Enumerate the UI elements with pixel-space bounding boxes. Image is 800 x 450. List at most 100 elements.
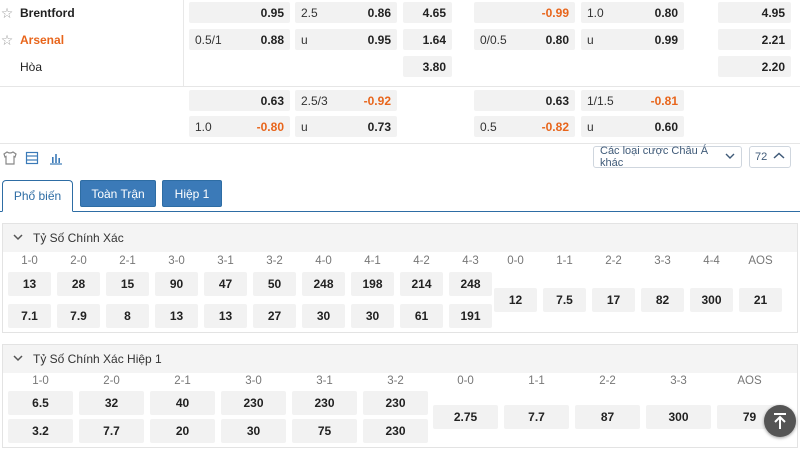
arrow-up-icon bbox=[774, 413, 786, 429]
tab-full-match[interactable]: Toàn Trận bbox=[80, 180, 156, 207]
odds-cell[interactable]: 3.2 bbox=[8, 419, 73, 443]
odds-cell[interactable]: u 0.60 bbox=[581, 116, 684, 137]
odds-cell[interactable]: 300 bbox=[646, 405, 711, 429]
odds-cell[interactable]: 248 bbox=[449, 272, 492, 296]
odds-cell[interactable]: 32 bbox=[79, 391, 144, 415]
odds-cell[interactable]: u 0.99 bbox=[581, 29, 684, 50]
odds-cell[interactable]: 17 bbox=[592, 288, 635, 312]
odds-cell[interactable]: 2.75 bbox=[433, 405, 498, 429]
tab-first-half[interactable]: Hiệp 1 bbox=[162, 180, 222, 207]
draw-row: Hòa bbox=[0, 54, 42, 80]
score-label: 3-1 bbox=[217, 255, 234, 267]
odds-cell[interactable]: 28 bbox=[57, 272, 100, 296]
home-team-name[interactable]: Brentford bbox=[20, 6, 75, 20]
section-title: Tỷ Số Chính Xác bbox=[33, 231, 124, 245]
tab-popular[interactable]: Phổ biến bbox=[2, 180, 73, 212]
chevron-down-icon bbox=[725, 151, 735, 163]
odds-cell[interactable]: 1/1.5 -0.81 bbox=[581, 90, 684, 111]
chevron-up-icon bbox=[773, 151, 785, 163]
odds-cell[interactable]: 15 bbox=[106, 272, 149, 296]
odds-cell[interactable]: 198 bbox=[351, 272, 394, 296]
odds-cell[interactable]: 4.65 bbox=[403, 2, 452, 23]
odds-cell[interactable]: 0.5 -0.82 bbox=[474, 116, 575, 137]
odds-cell[interactable]: 214 bbox=[400, 272, 443, 296]
odds-cell[interactable]: u 0.73 bbox=[295, 116, 397, 137]
odds-cell[interactable]: 13 bbox=[204, 304, 247, 328]
odds-cell[interactable]: 7.7 bbox=[504, 405, 569, 429]
market-count-button[interactable]: 72 bbox=[749, 146, 791, 168]
section-header[interactable]: Tỷ Số Chính Xác Hiệp 1 bbox=[3, 345, 797, 373]
odds-cell[interactable]: 0.63 bbox=[474, 90, 575, 111]
odds-cell[interactable]: 1.0 -0.80 bbox=[189, 116, 290, 137]
bar-chart-icon[interactable] bbox=[48, 150, 64, 166]
odds-cell[interactable]: 0.5/1 0.88 bbox=[189, 29, 290, 50]
odds-cell[interactable]: 300 bbox=[690, 288, 733, 312]
odds-cell[interactable]: 230 bbox=[221, 391, 286, 415]
odds-cell[interactable]: 82 bbox=[641, 288, 684, 312]
odds-cell[interactable]: 7.1 bbox=[8, 304, 51, 328]
score-label: 1-1 bbox=[556, 255, 573, 267]
odds-cell[interactable]: 30 bbox=[351, 304, 394, 328]
score-label: 2-0 bbox=[103, 375, 120, 387]
odds-cell[interactable]: 75 bbox=[292, 419, 357, 443]
market-count: 72 bbox=[755, 151, 768, 163]
score-label: 0-0 bbox=[507, 255, 524, 267]
odds-cell[interactable]: 7.7 bbox=[79, 419, 144, 443]
odds-cell[interactable]: 21 bbox=[739, 288, 782, 312]
away-team-name[interactable]: Arsenal bbox=[20, 33, 64, 47]
score-label: 0-0 bbox=[457, 375, 474, 387]
odds-cell[interactable]: 230 bbox=[363, 391, 428, 415]
odds-cell[interactable]: 40 bbox=[150, 391, 215, 415]
score-label: 2-0 bbox=[70, 255, 87, 267]
section-header[interactable]: Tỷ Số Chính Xác bbox=[3, 224, 797, 252]
odds-cell[interactable]: 61 bbox=[400, 304, 443, 328]
score-label: 2-2 bbox=[605, 255, 622, 267]
divider bbox=[183, 0, 184, 86]
odds-cell[interactable]: 1.0 0.80 bbox=[581, 2, 684, 23]
odds-cell[interactable]: 87 bbox=[575, 405, 640, 429]
odds-cell[interactable]: 1.64 bbox=[403, 29, 452, 50]
list-icon[interactable] bbox=[24, 150, 40, 166]
odds-cell[interactable]: 12 bbox=[494, 288, 537, 312]
odds-toolbar: Các loại cược Châu Á khác 72 bbox=[0, 145, 800, 172]
odds-cell[interactable]: 27 bbox=[253, 304, 296, 328]
odds-cell[interactable]: 0/0.5 0.80 bbox=[474, 29, 575, 50]
odds-cell[interactable]: 2.5/3 -0.92 bbox=[295, 90, 397, 111]
odds-cell[interactable]: 2.20 bbox=[718, 56, 791, 77]
odds-cell[interactable]: 8 bbox=[106, 304, 149, 328]
odds-cell[interactable]: 50 bbox=[253, 272, 296, 296]
odds-cell[interactable]: 230 bbox=[363, 419, 428, 443]
odds-cell[interactable]: 3.80 bbox=[403, 56, 452, 77]
odds-cell[interactable]: u 0.95 bbox=[295, 29, 397, 50]
odds-cell[interactable]: 6.5 bbox=[8, 391, 73, 415]
odds-cell[interactable]: 4.95 bbox=[718, 2, 791, 23]
odds-cell[interactable]: 230 bbox=[292, 391, 357, 415]
divider bbox=[0, 143, 800, 144]
score-label: 3-3 bbox=[654, 255, 671, 267]
odds-cell[interactable]: 248 bbox=[302, 272, 345, 296]
odds-cell[interactable]: 13 bbox=[8, 272, 51, 296]
odds-cell[interactable]: 90 bbox=[155, 272, 198, 296]
jersey-icon[interactable] bbox=[2, 150, 18, 166]
odds-cell[interactable]: 47 bbox=[204, 272, 247, 296]
score-label: 4-3 bbox=[462, 255, 479, 267]
star-icon[interactable]: ☆ bbox=[0, 6, 14, 20]
odds-cell[interactable]: 2.5 0.86 bbox=[295, 2, 397, 23]
odds-cell[interactable]: 2.21 bbox=[718, 29, 791, 50]
odds-cell[interactable]: -0.99 bbox=[474, 2, 575, 23]
away-team-row: ☆ Arsenal bbox=[0, 27, 64, 53]
odds-cell[interactable]: 191 bbox=[449, 304, 492, 328]
odds-cell[interactable]: 7.5 bbox=[543, 288, 586, 312]
odds-cell[interactable]: 13 bbox=[155, 304, 198, 328]
score-label: 4-0 bbox=[315, 255, 332, 267]
star-icon[interactable]: ☆ bbox=[0, 33, 14, 47]
scroll-top-button[interactable] bbox=[764, 405, 796, 437]
odds-cell[interactable]: 30 bbox=[221, 419, 286, 443]
odds-cell[interactable]: 20 bbox=[150, 419, 215, 443]
odds-cell[interactable]: 7.9 bbox=[57, 304, 100, 328]
odds-cell[interactable]: 30 bbox=[302, 304, 345, 328]
odds-cell[interactable]: 0.95 bbox=[189, 2, 290, 23]
odds-cell[interactable]: 0.63 bbox=[189, 90, 290, 111]
dropdown-label: Các loại cược Châu Á khác bbox=[600, 145, 709, 169]
bet-type-dropdown[interactable]: Các loại cược Châu Á khác bbox=[593, 145, 742, 169]
